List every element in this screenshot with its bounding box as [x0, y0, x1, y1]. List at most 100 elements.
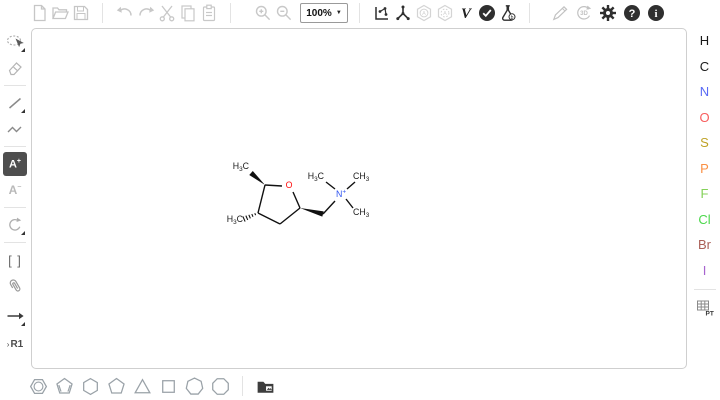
element-button-P[interactable]: P [692, 156, 718, 182]
select-lasso-button[interactable] [3, 30, 27, 54]
new-document-button[interactable] [28, 2, 49, 24]
copy-button[interactable] [177, 2, 198, 24]
undo-button[interactable] [114, 2, 135, 24]
atom-label[interactable]: O [286, 180, 293, 190]
paste-clipboard-icon [199, 3, 219, 23]
bond-single[interactable] [346, 199, 353, 208]
bond-single[interactable] [326, 182, 335, 189]
charge-plus-button[interactable]: A+ [3, 152, 27, 176]
bond-single[interactable] [293, 192, 300, 208]
redo-button[interactable] [135, 2, 156, 24]
periodic-table-button[interactable]: PT [693, 296, 717, 320]
3d-rotate-icon: 3D [574, 3, 594, 23]
bond-single[interactable] [258, 185, 265, 213]
drawing-canvas[interactable]: H3C H3C O N+ H3C CH3 CH3 [31, 28, 687, 369]
element-button-Br[interactable]: Br [692, 232, 718, 258]
template-toolbar [0, 372, 720, 400]
3d-viewer-button[interactable]: 3D [573, 2, 594, 24]
charge-minus-button[interactable]: A− [3, 178, 27, 202]
bond-single[interactable] [323, 201, 335, 214]
atom-label[interactable]: H3C [308, 171, 325, 183]
bond-hash[interactable] [249, 215, 251, 219]
about-button[interactable]: i [645, 2, 666, 24]
template-cyclobutane-button[interactable] [156, 374, 180, 398]
save-button[interactable] [70, 2, 91, 24]
element-button-Cl[interactable]: Cl [692, 207, 718, 233]
arrow-right-icon [5, 306, 25, 326]
molecular-editor-app: 100% ▼ A A V b 3 [0, 0, 720, 400]
bond-single[interactable] [280, 208, 300, 224]
element-button-O[interactable]: O [692, 105, 718, 131]
chain-button[interactable] [3, 117, 27, 141]
attach-button[interactable] [3, 274, 27, 298]
template-cyclooctane-button[interactable] [208, 374, 232, 398]
erase-button[interactable] [3, 56, 27, 80]
atom-label[interactable]: H3C [233, 161, 250, 173]
r-group-button[interactable]: ›R1 [3, 332, 27, 356]
divider [529, 3, 530, 23]
bond-single[interactable] [258, 213, 280, 224]
paste-button[interactable] [198, 2, 219, 24]
atom-label[interactable]: CH3 [353, 207, 370, 219]
element-button-I[interactable]: I [692, 258, 718, 284]
template-cyclohexane-button[interactable] [78, 374, 102, 398]
pencil-icon [550, 3, 570, 23]
dearomatize-button[interactable]: A [434, 2, 455, 24]
periodic-table-icon: PT [695, 298, 715, 318]
open-button[interactable] [49, 2, 70, 24]
cyclooctane-icon [210, 376, 231, 397]
bond-single[interactable] [347, 182, 355, 189]
molecule-structure[interactable]: H3C H3C O N+ H3C CH3 CH3 [32, 29, 686, 368]
element-button-N[interactable]: N [692, 79, 718, 105]
info-icon: i [646, 3, 666, 23]
cyclopropane-icon [132, 376, 153, 397]
cut-scissors-icon [157, 3, 177, 23]
bond-hash[interactable] [255, 213, 256, 215]
calculated-values-button[interactable]: b [497, 2, 518, 24]
single-bond-button[interactable] [3, 91, 27, 115]
bond-hash[interactable] [252, 214, 253, 217]
atom-label[interactable]: H3C [227, 214, 244, 226]
element-button-S[interactable]: S [692, 130, 718, 156]
template-cyclopentane-button[interactable] [104, 374, 128, 398]
template-cyclopropane-button[interactable] [130, 374, 154, 398]
check-structure-button[interactable] [476, 2, 497, 24]
template-library-button[interactable] [253, 374, 277, 398]
bond-hash[interactable] [246, 216, 248, 220]
zoom-in-icon [253, 3, 273, 23]
charge-minus-icon: A− [9, 183, 22, 197]
reaction-arrow-button[interactable] [3, 304, 27, 328]
file-group [28, 2, 91, 24]
svg-text:3D: 3D [580, 11, 588, 17]
zoom-in-button[interactable] [252, 2, 273, 24]
recognize-button[interactable] [549, 2, 570, 24]
zoom-level-select[interactable]: 100% ▼ [300, 3, 348, 23]
layout-button[interactable] [371, 2, 392, 24]
zoom-out-button[interactable] [273, 2, 294, 24]
cut-button[interactable] [156, 2, 177, 24]
paperclip-icon [5, 276, 25, 296]
help-button[interactable]: ? [621, 2, 642, 24]
divider [694, 289, 716, 290]
settings-button[interactable] [597, 2, 618, 24]
system-group: 3D ? i [549, 2, 666, 24]
bond-wedge[interactable] [249, 171, 265, 185]
element-button-F[interactable]: F [692, 181, 718, 207]
aromatize-icon: A [414, 3, 434, 23]
template-benzene-button[interactable] [26, 374, 50, 398]
atom-label[interactable]: CH3 [353, 171, 370, 183]
dearomatize-icon: A [435, 3, 455, 23]
calculate-cip-button[interactable]: V [455, 2, 476, 24]
bond-single[interactable] [265, 185, 282, 186]
template-cyclopentadiene-button[interactable] [52, 374, 76, 398]
element-button-H[interactable]: H [692, 28, 718, 54]
clean-up-button[interactable] [392, 2, 413, 24]
sgroup-brackets-button[interactable]: [ ] [3, 248, 27, 272]
template-cycloheptane-button[interactable] [182, 374, 206, 398]
element-button-C[interactable]: C [692, 54, 718, 80]
aromatize-button[interactable]: A [413, 2, 434, 24]
bond-wedge[interactable] [300, 208, 324, 217]
atom-label[interactable]: N+ [336, 189, 346, 199]
rotate-button[interactable] [3, 213, 27, 237]
bond-hash[interactable] [243, 216, 245, 221]
